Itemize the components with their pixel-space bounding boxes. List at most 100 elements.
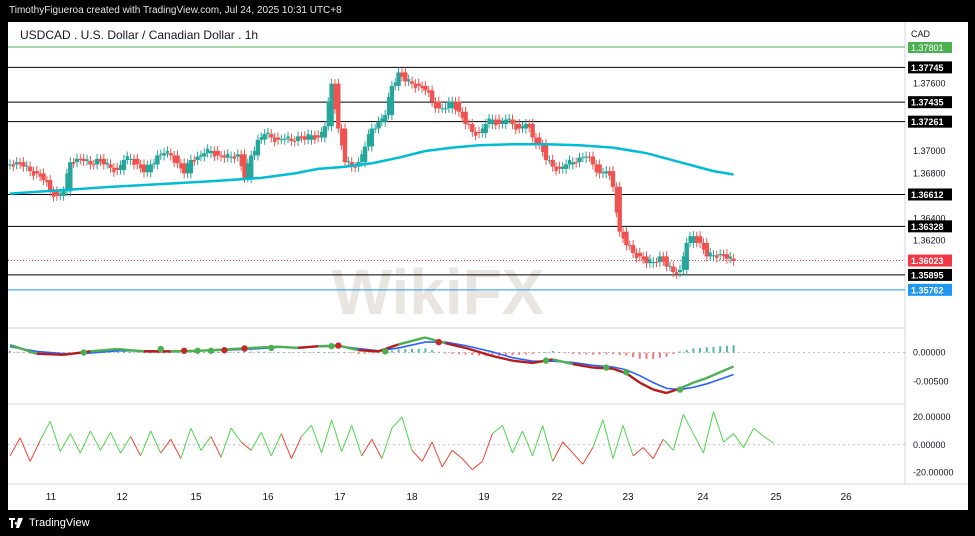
candle-body[interactable] bbox=[275, 137, 281, 140]
macd-cross-dot[interactable] bbox=[603, 364, 610, 371]
candle-body[interactable] bbox=[624, 231, 629, 246]
candle-body[interactable] bbox=[152, 163, 156, 165]
candle-body[interactable] bbox=[18, 162, 22, 165]
candle-body[interactable] bbox=[336, 83, 341, 129]
candle-body[interactable] bbox=[115, 167, 120, 171]
candle-body[interactable] bbox=[677, 269, 683, 273]
oscillator-segment[interactable] bbox=[240, 441, 252, 451]
candle-body[interactable] bbox=[630, 245, 636, 254]
candle-body[interactable] bbox=[293, 140, 297, 142]
candle-body[interactable] bbox=[11, 164, 15, 167]
macd-cross-dot[interactable] bbox=[676, 386, 684, 393]
candle-body[interactable] bbox=[433, 101, 438, 109]
candle-body[interactable] bbox=[594, 164, 598, 173]
candle-body[interactable] bbox=[490, 119, 495, 125]
oscillator-segment[interactable] bbox=[702, 411, 714, 454]
candle-body[interactable] bbox=[309, 135, 314, 140]
candle-body[interactable] bbox=[25, 165, 29, 167]
macd-line-segment[interactable] bbox=[532, 358, 553, 365]
candle-body[interactable] bbox=[94, 158, 100, 165]
oscillator-segment[interactable] bbox=[733, 433, 745, 448]
candle-body[interactable] bbox=[366, 134, 371, 147]
candle-body[interactable] bbox=[340, 128, 344, 146]
candle-body[interactable] bbox=[168, 153, 173, 156]
candle-body[interactable] bbox=[520, 126, 525, 129]
oscillator-segment[interactable] bbox=[89, 430, 101, 451]
candle-body[interactable] bbox=[561, 166, 565, 169]
macd-line-segment[interactable] bbox=[652, 388, 667, 395]
candle-body[interactable] bbox=[228, 156, 234, 158]
candle-body[interactable] bbox=[226, 153, 230, 158]
oscillator-segment[interactable] bbox=[39, 421, 51, 441]
candle-body[interactable] bbox=[128, 158, 133, 160]
candle-body[interactable] bbox=[675, 272, 679, 275]
oscillator-segment[interactable] bbox=[622, 425, 634, 457]
candle-body[interactable] bbox=[380, 118, 384, 122]
oscillator-segment[interactable] bbox=[160, 438, 172, 454]
macd-cross-dot[interactable] bbox=[623, 369, 630, 376]
candle-body[interactable] bbox=[697, 236, 703, 243]
oscillator-segment[interactable] bbox=[542, 425, 554, 462]
oscillator-segment[interactable] bbox=[311, 425, 323, 454]
oscillator-segment[interactable] bbox=[69, 433, 81, 454]
oscillator-segment[interactable] bbox=[763, 436, 775, 444]
oscillator-segment[interactable] bbox=[391, 416, 403, 429]
candle-body[interactable] bbox=[668, 265, 672, 267]
candle-body[interactable] bbox=[182, 163, 187, 174]
candle-body[interactable] bbox=[494, 119, 498, 126]
candle-body[interactable] bbox=[219, 155, 223, 157]
macd-line-segment[interactable] bbox=[719, 365, 735, 374]
candle-body[interactable] bbox=[557, 166, 562, 169]
candle-body[interactable] bbox=[614, 186, 618, 213]
candle-body[interactable] bbox=[409, 81, 415, 84]
oscillator-segment[interactable] bbox=[492, 424, 503, 435]
oscillator-segment[interactable] bbox=[110, 432, 122, 454]
oscillator-segment[interactable] bbox=[451, 449, 463, 460]
oscillator-segment[interactable] bbox=[481, 433, 493, 462]
candle-body[interactable] bbox=[155, 155, 160, 165]
candle-body[interactable] bbox=[208, 150, 214, 154]
candle-body[interactable] bbox=[597, 164, 602, 174]
candle-body[interactable] bbox=[353, 166, 357, 168]
candle-body[interactable] bbox=[273, 137, 277, 142]
oscillator-segment[interactable] bbox=[331, 419, 343, 452]
oscillator-segment[interactable] bbox=[522, 430, 534, 457]
candle-body[interactable] bbox=[179, 163, 183, 169]
candle-body[interactable] bbox=[530, 124, 535, 138]
candle-body[interactable] bbox=[721, 254, 726, 257]
macd-cross-dot[interactable] bbox=[542, 357, 550, 364]
candle-body[interactable] bbox=[708, 252, 712, 257]
candle-body[interactable] bbox=[92, 164, 96, 166]
candle-body[interactable] bbox=[641, 256, 645, 260]
candle-body[interactable] bbox=[369, 128, 374, 147]
time-axis[interactable]: 11 12 15 16 17 18 19 22 23 24 25 26 bbox=[46, 492, 852, 503]
candle-body[interactable] bbox=[503, 119, 508, 125]
candle-body[interactable] bbox=[715, 255, 719, 259]
candle-body[interactable] bbox=[165, 150, 170, 154]
oscillator-panel[interactable] bbox=[8, 411, 905, 471]
candle-body[interactable] bbox=[98, 158, 103, 162]
oscillator-segment[interactable] bbox=[59, 433, 71, 452]
macd-line-segment[interactable] bbox=[639, 381, 654, 391]
oscillator-segment[interactable] bbox=[471, 460, 483, 471]
oscillator-segment[interactable] bbox=[431, 441, 443, 468]
candle-body[interactable] bbox=[148, 164, 153, 173]
oscillator-segment[interactable] bbox=[280, 433, 292, 459]
candle-body[interactable] bbox=[242, 154, 247, 178]
candle-body[interactable] bbox=[684, 242, 689, 270]
oscillator-segment[interactable] bbox=[381, 427, 393, 459]
oscillator-segment[interactable] bbox=[753, 427, 765, 437]
macd-line-segment[interactable] bbox=[693, 376, 708, 384]
candle-body[interactable] bbox=[527, 124, 531, 128]
macd-line-segment[interactable] bbox=[36, 352, 64, 357]
candle-body[interactable] bbox=[212, 150, 216, 157]
candle-body[interactable] bbox=[118, 164, 123, 171]
candle-body[interactable] bbox=[731, 258, 736, 261]
candle-body[interactable] bbox=[396, 72, 401, 86]
candle-body[interactable] bbox=[584, 156, 589, 158]
candle-body[interactable] bbox=[403, 72, 408, 82]
candle-body[interactable] bbox=[27, 166, 33, 172]
oscillator-segment[interactable] bbox=[190, 427, 202, 451]
oscillator-segment[interactable] bbox=[572, 452, 584, 465]
candle-body[interactable] bbox=[362, 146, 368, 163]
